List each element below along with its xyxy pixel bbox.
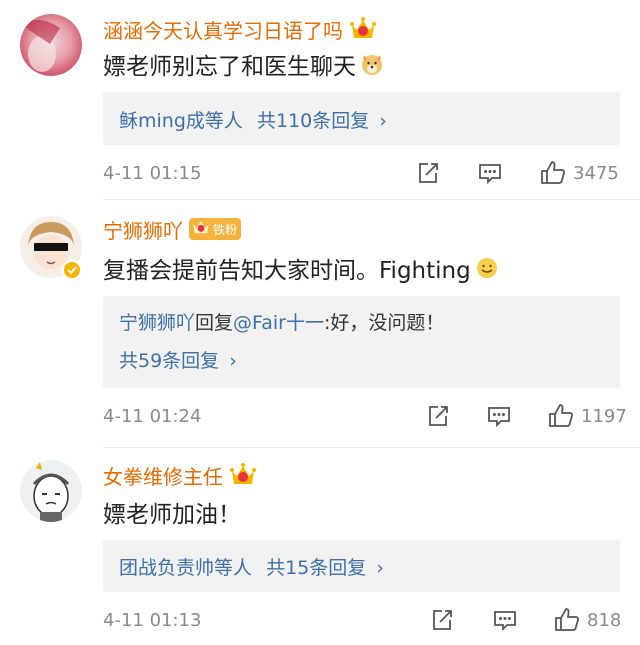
share-button[interactable] <box>425 403 451 429</box>
verified-badge-icon <box>62 260 82 284</box>
comment-icon <box>492 607 518 633</box>
reply-more[interactable]: 共59条回复 › <box>119 346 237 373</box>
comment-button[interactable] <box>492 607 518 633</box>
comment-text: 嫖老师别忘了和医生聊天 <box>103 48 384 80</box>
like-count: 818 <box>587 609 622 631</box>
username[interactable]: 涵涵今天认真学习日语了吗 <box>103 15 343 44</box>
smile-emoji-icon <box>475 256 499 280</box>
comment-text-content: 嫖老师别忘了和医生聊天 <box>103 54 356 80</box>
reply-summary[interactable]: 稣ming成等人 共110条回复 › <box>119 106 387 133</box>
comment-icon <box>477 160 503 186</box>
doge-emoji-icon <box>360 52 384 76</box>
divider <box>103 447 640 448</box>
share-icon <box>415 160 441 186</box>
reply-content: :好，没问题！ <box>323 312 445 334</box>
reply-summary-box[interactable]: 稣ming成等人 共110条回复 › <box>103 92 620 145</box>
reply-summary-box[interactable]: 团战负责帅等人 共15条回复 › <box>103 540 620 592</box>
reply-preview-box[interactable]: 宁狮狮吖回复@Fair十一:好，没问题！ 共59条回复 › <box>103 296 620 388</box>
reply-users[interactable]: 稣ming成等人 <box>119 110 243 132</box>
comment-meta: 4-11 01:24 1197 <box>103 401 627 431</box>
reply-count-link[interactable]: 共59条回复 <box>119 350 219 372</box>
divider <box>103 199 640 200</box>
like-icon <box>539 159 567 187</box>
like-icon <box>553 606 581 634</box>
share-button[interactable] <box>415 160 441 186</box>
share-icon <box>425 403 451 429</box>
reply-verb: 回复 <box>195 312 234 334</box>
like-icon <box>547 402 575 430</box>
comment-text: 复播会提前告知大家时间。Fighting <box>103 252 499 284</box>
name-row: 宁狮狮吖 铁粉 <box>103 214 242 244</box>
reply-preview[interactable]: 宁狮狮吖回复@Fair十一:好，没问题！ <box>119 308 444 335</box>
timestamp: 4-11 01:24 <box>103 405 202 427</box>
timestamp: 4-11 01:15 <box>103 162 202 184</box>
comment-text-content: 复播会提前告知大家时间。Fighting <box>103 258 471 284</box>
like-button[interactable]: 1197 <box>547 402 627 430</box>
like-button[interactable]: 3475 <box>539 159 619 187</box>
avatar[interactable] <box>20 216 82 280</box>
username[interactable]: 女拳维修主任 <box>103 461 223 490</box>
reply-users[interactable]: 团战负责帅等人 <box>119 557 252 579</box>
name-row: 女拳维修主任 <box>103 460 257 490</box>
reply-summary[interactable]: 团战负责帅等人 共15条回复 › <box>119 553 384 580</box>
reply-count-link[interactable]: 共110条回复 <box>257 110 369 132</box>
crown-badge-icon <box>191 218 211 240</box>
crown-badge-icon <box>229 462 257 488</box>
comment-button[interactable] <box>477 160 503 186</box>
chevron-right-icon: › <box>376 557 384 579</box>
comment-meta: 4-11 01:15 3475 <box>103 158 620 188</box>
share-icon <box>429 607 455 633</box>
fan-badge-label: 铁粉 <box>213 222 238 237</box>
like-button[interactable]: 818 <box>553 606 621 634</box>
comment-text: 嫖老师加油！ <box>103 496 241 528</box>
fan-badge: 铁粉 <box>189 218 242 240</box>
share-button[interactable] <box>429 607 455 633</box>
name-row: 涵涵今天认真学习日语了吗 <box>103 14 377 44</box>
crown-badge-icon <box>349 16 377 42</box>
reply-count-link[interactable]: 共15条回复 <box>266 557 366 579</box>
comment-icon <box>486 403 512 429</box>
like-count: 3475 <box>573 162 619 184</box>
chevron-right-icon: › <box>379 110 387 132</box>
timestamp: 4-11 01:13 <box>103 609 202 631</box>
reply-author[interactable]: 宁狮狮吖 <box>119 312 195 334</box>
comment-meta: 4-11 01:13 818 <box>103 605 621 635</box>
comment-text-content: 嫖老师加油！ <box>103 502 241 528</box>
avatar[interactable] <box>20 460 82 522</box>
avatar[interactable] <box>20 14 82 76</box>
reply-mention[interactable]: @Fair十一 <box>233 312 324 334</box>
comment-button[interactable] <box>486 403 512 429</box>
chevron-right-icon: › <box>229 350 237 372</box>
username[interactable]: 宁狮狮吖 <box>103 215 183 244</box>
like-count: 1197 <box>581 405 627 427</box>
